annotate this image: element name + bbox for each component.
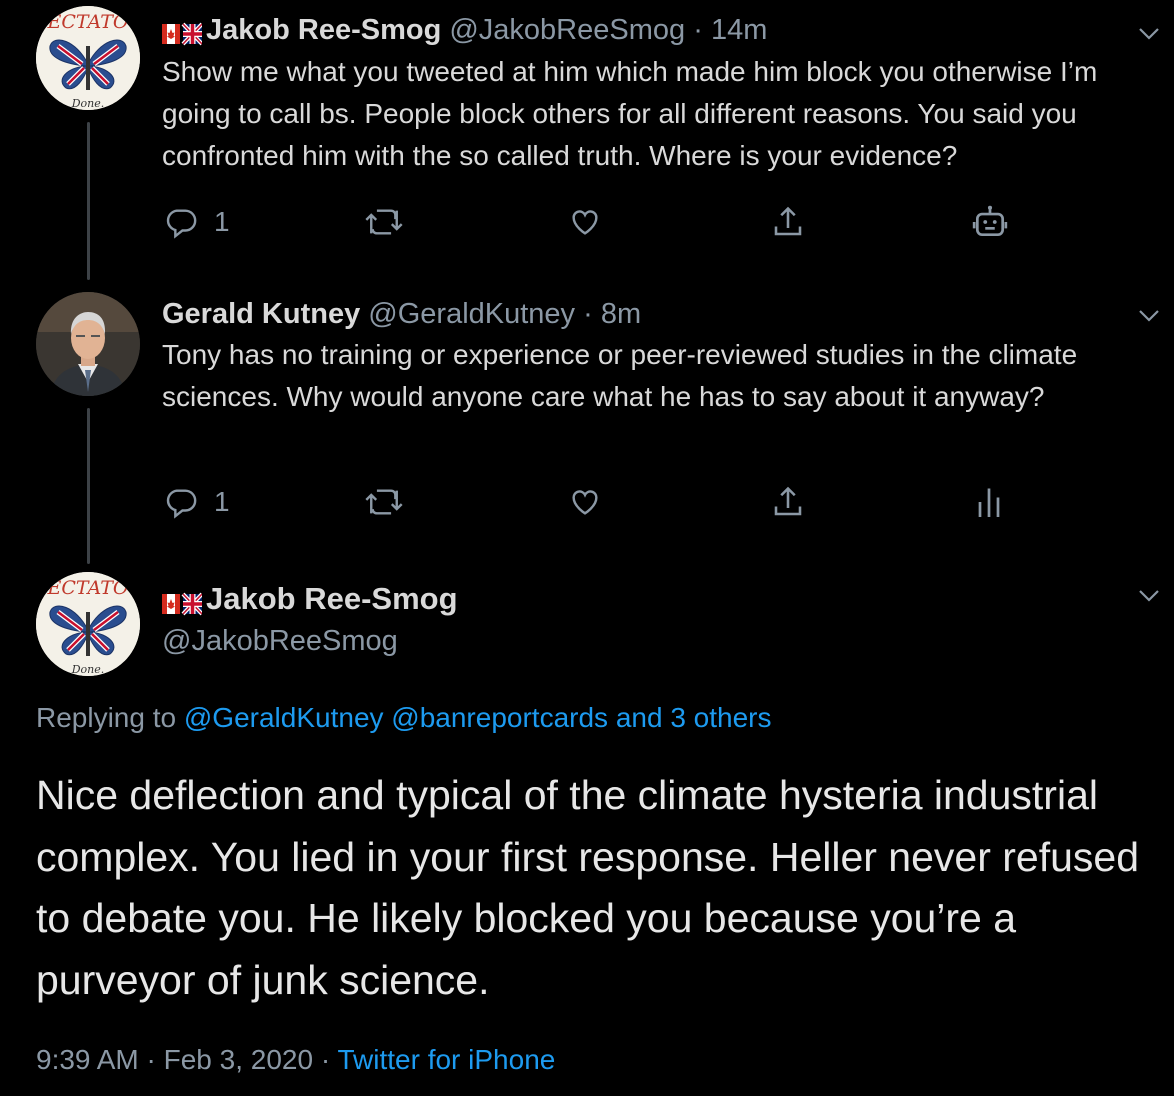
reply-count: 1: [214, 206, 230, 237]
bot-button[interactable]: [970, 202, 1010, 242]
main-tweet-text: Nice deflection and typical of the clima…: [36, 772, 1140, 1003]
retweet-icon: [365, 489, 403, 515]
chevron-down-icon[interactable]: [1136, 586, 1162, 606]
retweet-button[interactable]: [364, 202, 404, 242]
replying-prefix: Replying to: [36, 702, 177, 733]
like-button[interactable]: [567, 482, 603, 522]
avatar[interactable]: ECTATO Done.: [36, 6, 140, 110]
tweet-actions: 1: [162, 202, 1022, 242]
separator-dot: ·: [583, 298, 593, 330]
separator-dot: ·: [320, 1044, 331, 1075]
display-name[interactable]: Jakob Ree-Smog: [206, 14, 441, 46]
bot-icon: [972, 205, 1008, 237]
svg-text:Done.: Done.: [71, 663, 105, 676]
svg-text:ECTATO: ECTATO: [47, 577, 129, 599]
user-handle[interactable]: @JakobReeSmog: [162, 623, 398, 659]
user-handle[interactable]: @JakobReeSmog: [449, 14, 685, 46]
svg-text:ECTATO: ECTATO: [47, 11, 129, 33]
avatar[interactable]: [36, 292, 140, 396]
retweet-icon: [365, 209, 403, 235]
share-icon: [774, 206, 802, 236]
tweet-date[interactable]: Feb 3, 2020: [164, 1044, 313, 1075]
timestamp[interactable]: 14m: [711, 14, 767, 46]
analytics-button[interactable]: [974, 482, 1004, 522]
chevron-down-icon[interactable]: [1136, 306, 1162, 326]
avatar[interactable]: ECTATO Done.: [36, 572, 140, 676]
canada-flag-icon: [162, 22, 202, 46]
share-button[interactable]: [770, 482, 806, 522]
display-name[interactable]: Jakob Ree-Smog: [206, 581, 458, 616]
tweet-source-link[interactable]: Twitter for iPhone: [337, 1044, 555, 1075]
replying-handles-link[interactable]: @GeraldKutney @banreportcards and 3 othe…: [184, 702, 772, 733]
reply-icon: [166, 209, 197, 239]
like-icon: [572, 210, 598, 235]
display-name[interactable]: Gerald Kutney: [162, 298, 360, 330]
user-handle[interactable]: @GeraldKutney: [368, 298, 575, 330]
analytics-icon: [978, 488, 1000, 517]
chevron-down-icon[interactable]: [1136, 24, 1162, 44]
timestamp[interactable]: 8m: [601, 298, 641, 330]
replying-to: Replying to @GeraldKutney @banreportcard…: [36, 700, 772, 736]
flag-icons: [162, 583, 202, 621]
tweet-actions: 1: [162, 482, 1022, 522]
tweet-text: Tony has no training or experience or pe…: [162, 339, 1078, 412]
thread-line: [87, 408, 90, 564]
reply-icon: [166, 489, 197, 519]
tweet-header: Gerald Kutney @GeraldKutney · 8m: [162, 296, 641, 332]
svg-text:Done.: Done.: [71, 97, 105, 110]
share-button[interactable]: [770, 202, 806, 242]
tweet-footer: 9:39 AM · Feb 3, 2020 · Twitter for iPho…: [36, 1042, 555, 1078]
tweet-time[interactable]: 9:39 AM: [36, 1044, 139, 1075]
tweet-text: Show me what you tweeted at him which ma…: [162, 56, 1098, 171]
like-icon: [572, 490, 598, 515]
like-button[interactable]: [567, 202, 603, 242]
retweet-button[interactable]: [364, 482, 404, 522]
separator-dot: ·: [146, 1044, 156, 1075]
flag-icons: [162, 15, 202, 51]
separator-dot: ·: [693, 14, 703, 46]
thread-line: [87, 122, 90, 280]
share-icon: [774, 486, 802, 516]
reply-button[interactable]: 1: [164, 482, 230, 522]
reply-button[interactable]: 1: [164, 202, 230, 242]
reply-count: 1: [214, 486, 230, 517]
main-display-name-row[interactable]: Jakob Ree-Smog: [162, 580, 458, 621]
tweet-header: Jakob Ree-Smog @JakobReeSmog · 14m: [162, 12, 767, 51]
